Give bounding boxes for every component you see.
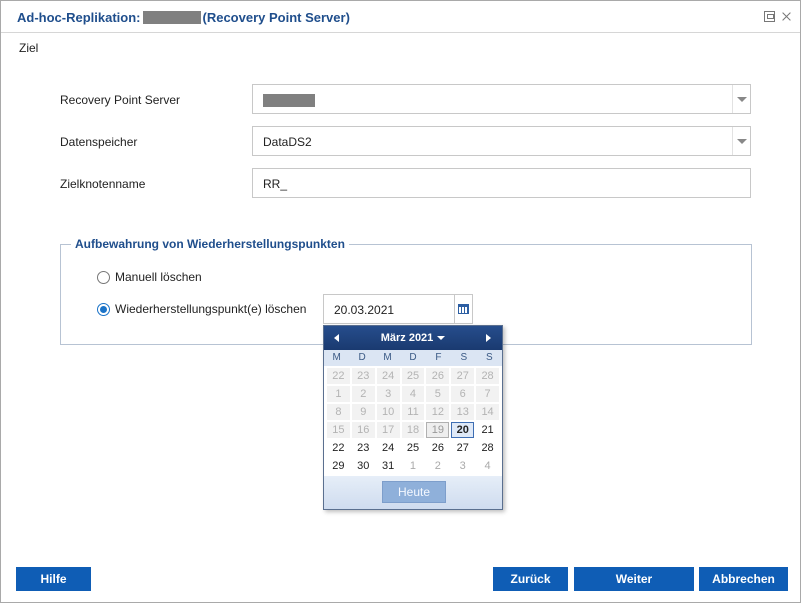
window-controls bbox=[764, 11, 792, 22]
day-cell[interactable]: 2 bbox=[426, 458, 449, 474]
day-grid: 22 23 24 25 26 27 28 1 2 3 4 5 6 7 8 9 1… bbox=[326, 367, 500, 475]
section-title: Ziel bbox=[19, 41, 39, 55]
day-cell[interactable]: 23 bbox=[352, 440, 375, 456]
day-cell[interactable]: 31 bbox=[377, 458, 400, 474]
day-cell: 26 bbox=[426, 368, 450, 384]
calendar-icon bbox=[458, 304, 469, 314]
today-button[interactable]: Heute bbox=[382, 481, 446, 503]
day-cell: 22 bbox=[327, 368, 350, 384]
today-cell: 19 bbox=[426, 422, 450, 438]
weekday-label: D bbox=[409, 352, 417, 363]
caret-down-icon bbox=[437, 336, 446, 341]
day-cell: 18 bbox=[401, 422, 425, 438]
close-icon[interactable] bbox=[781, 11, 792, 22]
weekday-label: D bbox=[358, 352, 366, 363]
day-cell: 7 bbox=[476, 386, 499, 402]
title-prefix: Ad-hoc-Replikation: bbox=[17, 10, 141, 25]
day-cell[interactable]: 29 bbox=[327, 458, 350, 474]
delete-date-value: 20.03.2021 bbox=[334, 303, 395, 317]
rps-label: Recovery Point Server bbox=[60, 93, 181, 107]
nodename-value: RR_ bbox=[263, 177, 288, 191]
weekday-label: M bbox=[383, 352, 392, 363]
day-cell[interactable]: 27 bbox=[451, 440, 474, 456]
day-cell: 8 bbox=[327, 404, 350, 420]
day-cell[interactable]: 26 bbox=[426, 440, 449, 456]
help-button[interactable]: Hilfe bbox=[16, 567, 91, 591]
date-picker: März 2021 M D M D F S S 22 23 24 25 26 2… bbox=[323, 325, 503, 510]
date-delete-option[interactable]: Wiederherstellungspunkt(e) löschen bbox=[97, 302, 306, 316]
day-cell[interactable]: 28 bbox=[476, 440, 499, 456]
day-cell[interactable]: 30 bbox=[352, 458, 375, 474]
date-picker-footer: Heute bbox=[324, 476, 502, 509]
next-button[interactable]: Weiter bbox=[574, 567, 694, 591]
datastore-select[interactable]: DataDS2 bbox=[252, 126, 751, 156]
day-cell[interactable]: 25 bbox=[402, 440, 425, 456]
dialog-title: Ad-hoc-Replikation: (Recovery Point Serv… bbox=[17, 10, 350, 25]
day-cell: 23 bbox=[351, 368, 375, 384]
retention-legend: Aufbewahrung von Wiederherstellungspunkt… bbox=[71, 237, 349, 251]
day-cell[interactable]: 4 bbox=[476, 458, 499, 474]
day-cell: 17 bbox=[376, 422, 400, 438]
chevron-down-icon[interactable] bbox=[732, 127, 750, 155]
day-cell: 14 bbox=[476, 404, 499, 420]
day-cell[interactable]: 3 bbox=[451, 458, 474, 474]
redacted-server-name bbox=[142, 11, 201, 24]
manual-delete-label: Manuell löschen bbox=[115, 270, 202, 284]
day-cell: 9 bbox=[351, 404, 375, 420]
selected-day-cell[interactable]: 20 bbox=[451, 422, 475, 438]
chevron-down-icon[interactable] bbox=[732, 85, 750, 113]
maximize-icon[interactable] bbox=[764, 11, 775, 22]
day-cell: 13 bbox=[451, 404, 475, 420]
day-cell: 5 bbox=[426, 386, 450, 402]
weekday-label: F bbox=[435, 352, 442, 363]
day-cell: 3 bbox=[376, 386, 400, 402]
title-suffix: (Recovery Point Server) bbox=[202, 10, 350, 25]
date-picker-header: März 2021 bbox=[324, 326, 502, 350]
datastore-value: DataDS2 bbox=[263, 135, 312, 149]
rps-select[interactable] bbox=[252, 84, 751, 114]
weekday-label: S bbox=[485, 352, 493, 363]
day-cell: 1 bbox=[327, 386, 350, 402]
day-cell: 27 bbox=[451, 368, 475, 384]
day-cell: 6 bbox=[451, 386, 475, 402]
day-cell: 12 bbox=[426, 404, 450, 420]
manual-delete-radio[interactable] bbox=[97, 270, 110, 284]
month-selector[interactable]: März 2021 bbox=[324, 332, 502, 344]
day-cell[interactable]: 24 bbox=[377, 440, 400, 456]
calendar-button[interactable] bbox=[455, 294, 473, 324]
back-button[interactable]: Zurück bbox=[493, 567, 568, 591]
next-month-icon[interactable] bbox=[484, 333, 494, 343]
day-cell[interactable]: 1 bbox=[402, 458, 425, 474]
date-delete-label: Wiederherstellungspunkt(e) löschen bbox=[115, 302, 307, 316]
day-cell: 2 bbox=[351, 386, 375, 402]
day-cell: 28 bbox=[476, 368, 499, 384]
weekday-header: M D M D F S S bbox=[324, 350, 502, 366]
day-cell: 24 bbox=[376, 368, 400, 384]
day-cell: 15 bbox=[327, 422, 350, 438]
day-cell: 11 bbox=[401, 404, 425, 420]
weekday-label: M bbox=[332, 352, 341, 363]
title-bar: Ad-hoc-Replikation: (Recovery Point Serv… bbox=[1, 1, 800, 33]
month-label: März 2021 bbox=[380, 332, 434, 344]
cancel-button[interactable]: Abbrechen bbox=[699, 567, 788, 591]
nodename-input[interactable]: RR_ bbox=[252, 168, 751, 198]
delete-date-input[interactable]: 20.03.2021 bbox=[323, 294, 455, 324]
datastore-label: Datenspeicher bbox=[60, 135, 138, 149]
redacted-rps-value bbox=[263, 94, 315, 107]
day-cell: 10 bbox=[376, 404, 400, 420]
weekday-label: S bbox=[460, 352, 468, 363]
manual-delete-option[interactable]: Manuell löschen bbox=[97, 270, 202, 284]
day-cell[interactable]: 22 bbox=[327, 440, 350, 456]
replication-dialog: Ad-hoc-Replikation: (Recovery Point Serv… bbox=[0, 0, 801, 603]
day-cell: 25 bbox=[401, 368, 425, 384]
day-cell[interactable]: 21 bbox=[476, 422, 499, 438]
date-delete-radio[interactable] bbox=[97, 302, 110, 316]
day-cell: 4 bbox=[401, 386, 425, 402]
day-cell: 16 bbox=[351, 422, 375, 438]
nodename-label: Zielknotenname bbox=[60, 177, 146, 191]
